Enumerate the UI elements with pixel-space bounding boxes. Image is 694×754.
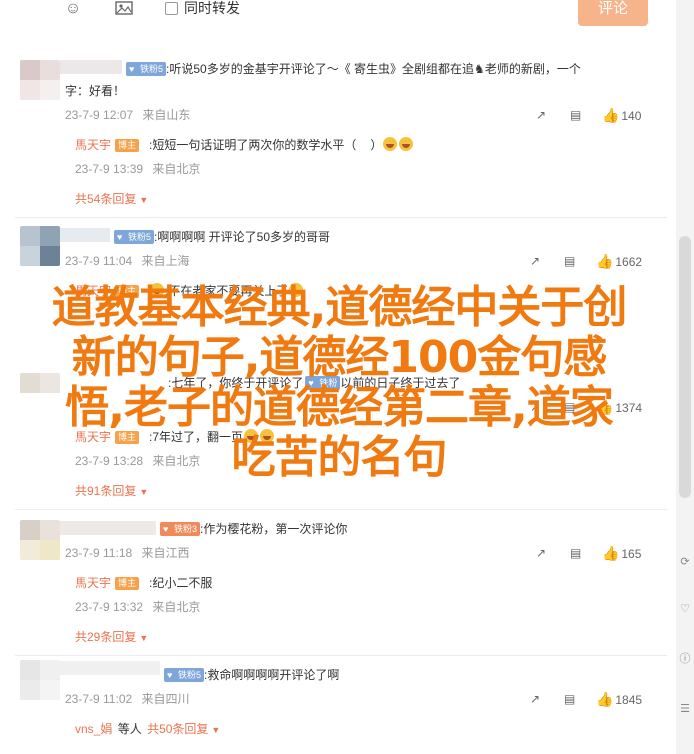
thumbs-up-icon: 👍 <box>596 253 614 269</box>
divider <box>15 509 667 510</box>
overlay-line: 吃苦的名句 <box>231 432 448 483</box>
avatar[interactable] <box>20 226 60 266</box>
avatar[interactable] <box>20 520 60 560</box>
thumbs-up-icon: 👍 <box>602 545 620 561</box>
comment-time: 23-7-9 11:02 <box>65 692 133 706</box>
reply-text: 等人 <box>117 722 142 736</box>
share-icon[interactable]: ↗ <box>536 106 546 124</box>
comment-actions: ↗ ▤ 👍 1662 <box>530 252 660 270</box>
blurred-username <box>60 661 160 675</box>
blurred-username <box>60 60 122 74</box>
laugh-emoji-icon <box>383 137 398 151</box>
divider <box>15 655 667 656</box>
comment-location: 来自四川 <box>141 692 190 706</box>
fan-badge: 铁粉3 <box>160 522 201 536</box>
smile-icon[interactable]: ☺ <box>63 0 83 18</box>
comment-icon[interactable]: ▤ <box>564 252 575 270</box>
reply-text: :纪小二不服 <box>149 576 213 590</box>
overlay-line: 新的句子,道德经100金句感 <box>71 332 608 383</box>
comment-text-line2: 字：好看！ <box>65 84 126 98</box>
reply-text: :短短一句话证明了两次你的数学水平（ <box>149 138 357 152</box>
blogger-badge: 博主 <box>115 139 140 152</box>
info-icon[interactable]: ⓘ <box>678 652 692 666</box>
blurred-username <box>60 521 156 535</box>
overlay-title: 道教基本经典,道德经中关于创 新的句子,道德经100金句感 悟,老子的道德经第二… <box>14 283 664 483</box>
list-icon[interactable]: ☰ <box>678 702 692 716</box>
share-icon[interactable]: ↗ <box>530 690 540 708</box>
divider <box>15 217 667 218</box>
blurred-username <box>60 228 110 242</box>
comment-time: 23-7-9 12:07 <box>65 108 134 122</box>
share-icon[interactable]: ↗ <box>530 252 540 270</box>
chevron-down-icon: ▼ <box>139 195 149 205</box>
avatar[interactable] <box>20 660 60 700</box>
comment-text: :听说50多岁的金基宇开评论了～《 寄生虫》全剧组都在追 <box>166 62 475 76</box>
fan-badge: 铁粉5 <box>126 62 167 76</box>
more-replies-link[interactable]: 共50条回复 ▼ <box>147 722 220 736</box>
comment-icon[interactable]: ▤ <box>570 544 581 562</box>
comment-location: 来自上海 <box>141 254 190 268</box>
comment-location: 来自山东 <box>142 108 191 122</box>
comment-text: :救命啊啊啊啊开评论了啊 <box>204 668 340 682</box>
comment-toolbar: ☺ 同时转发 评论 <box>0 0 694 26</box>
more-replies-link[interactable]: 共54条回复 ▼ <box>75 191 148 208</box>
reply-location: 来自北京 <box>152 600 201 614</box>
more-replies-label: 共29条回复 <box>75 630 137 644</box>
thumbs-up-icon: 👍 <box>596 691 614 707</box>
reply-time: 23-7-9 13:32 <box>75 600 144 614</box>
image-icon[interactable] <box>114 0 134 18</box>
comment-actions: ↗ ▤ 👍 165 <box>536 544 656 562</box>
comment-text-tail: 老师的新剧，一个 <box>484 62 581 76</box>
reply-text-tail: ） <box>370 138 383 152</box>
reply-username[interactable]: 馬天宇 <box>75 576 111 590</box>
refresh-icon[interactable]: ⟳ <box>678 555 692 569</box>
overlay-line: 悟,老子的道德经第二章,道家 <box>65 382 613 433</box>
comment-icon[interactable]: ▤ <box>564 690 575 708</box>
comment-actions: ↗ ▤ 👍 1845 <box>530 690 660 708</box>
comment-time: 23-7-9 11:04 <box>65 254 133 268</box>
comment-actions: ↗ ▤ 👍 140 <box>536 106 656 124</box>
fan-badge: 铁粉5 <box>114 230 155 244</box>
chevron-down-icon: ▼ <box>139 633 149 643</box>
share-icon[interactable]: ↗ <box>536 544 546 562</box>
more-replies-label: 共91条回复 <box>75 484 137 498</box>
submit-comment-button[interactable]: 评论 <box>578 0 648 26</box>
reply-time: 23-7-9 13:39 <box>75 162 144 176</box>
more-replies-link[interactable]: 共29条回复 ▼ <box>75 629 148 646</box>
heart-icon[interactable]: ♡ <box>678 602 692 616</box>
reply-username[interactable]: vns_娟 <box>75 722 112 736</box>
overlay-line: 道教基本经典,道德经中关于创 <box>51 282 628 333</box>
like-count: 140 <box>621 109 642 123</box>
reply-location: 来自北京 <box>152 162 201 176</box>
comment-time: 23-7-9 11:18 <box>65 546 133 560</box>
more-replies-label: 共54条回复 <box>75 192 137 206</box>
comment-text: :作为樱花粉，第一次评论你 <box>200 522 348 536</box>
horse-icon: ♞ <box>474 62 485 76</box>
blogger-badge: 博主 <box>115 577 140 590</box>
reply-username[interactable]: 馬天宇 <box>75 138 111 152</box>
fan-badge: 铁粉5 <box>164 668 205 682</box>
avatar[interactable] <box>20 60 60 100</box>
like-count: 1662 <box>615 255 643 269</box>
more-replies-label: 共50条回复 <box>147 722 209 736</box>
comment-location: 来自江西 <box>141 546 190 560</box>
like-count: 1845 <box>615 693 643 707</box>
like-count: 165 <box>621 547 642 561</box>
chevron-down-icon: ▼ <box>139 487 149 497</box>
thumbs-up-icon: 👍 <box>602 107 620 123</box>
more-replies-link[interactable]: 共91条回复 ▼ <box>75 483 148 500</box>
chevron-down-icon: ▼ <box>211 725 221 735</box>
scrollbar-thumb[interactable] <box>679 236 691 498</box>
laugh-emoji-icon <box>399 137 414 151</box>
repost-checkbox[interactable] <box>165 2 178 15</box>
repost-label: 同时转发 <box>184 0 240 16</box>
comment-icon[interactable]: ▤ <box>570 106 581 124</box>
comment-text: :啊啊啊啊 开评论了50多岁的哥哥 <box>154 230 331 244</box>
